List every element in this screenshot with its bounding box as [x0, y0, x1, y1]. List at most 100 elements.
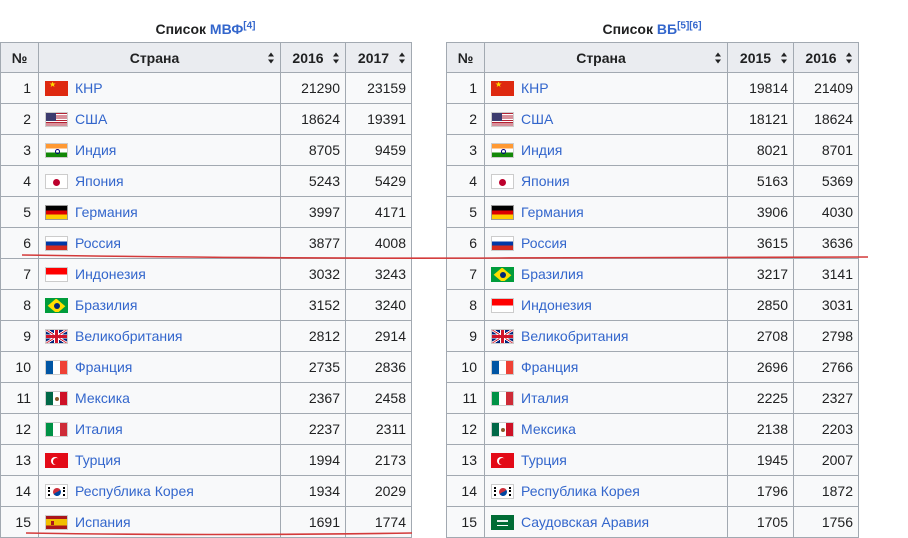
country-cell: Турция [38, 444, 281, 476]
column-header-year2[interactable]: 2017 [345, 42, 412, 73]
jp-flag-icon[interactable] [491, 174, 514, 189]
us-flag-icon[interactable] [491, 112, 514, 127]
country-cell: Франция [484, 351, 728, 383]
column-header-year1[interactable]: 2015 [727, 42, 794, 73]
country-link[interactable]: Турция [75, 452, 121, 468]
ru-flag-icon[interactable] [491, 236, 514, 251]
country-link[interactable]: Мексика [75, 390, 130, 406]
sort-icon[interactable] [846, 52, 853, 63]
rank-cell: 8 [446, 289, 485, 321]
sort-icon[interactable] [268, 52, 275, 63]
rank-cell: 5 [0, 196, 39, 228]
mx-flag-icon[interactable] [491, 422, 514, 437]
country-link[interactable]: Республика Корея [521, 483, 640, 499]
jp-flag-icon[interactable] [45, 174, 68, 189]
rank-cell: 2 [0, 103, 39, 135]
cn-flag-icon[interactable] [45, 81, 68, 96]
country-link[interactable]: Индия [521, 142, 562, 158]
country-link[interactable]: Великобритания [521, 328, 629, 344]
country-link[interactable]: США [75, 111, 107, 127]
it-flag-icon[interactable] [491, 391, 514, 406]
country-link[interactable]: Франция [521, 359, 578, 375]
country-link[interactable]: Россия [521, 235, 567, 251]
table-row: 10 Франция 2735 2836 [0, 351, 412, 383]
us-flag-icon[interactable] [45, 112, 68, 127]
country-link[interactable]: Турция [521, 452, 567, 468]
country-link[interactable]: Франция [75, 359, 132, 375]
column-header-year2[interactable]: 2016 [793, 42, 859, 73]
country-link[interactable]: Саудовская Аравия [521, 514, 649, 530]
country-link[interactable]: Республика Корея [75, 483, 194, 499]
table-row: 13 Турция 1994 2173 [0, 444, 412, 476]
country-cell: КНР [38, 72, 281, 104]
table-header-row: № Страна 2015 2016 [446, 42, 859, 73]
de-flag-icon[interactable] [491, 205, 514, 220]
sort-icon[interactable] [715, 52, 722, 63]
country-cell: Республика Корея [484, 475, 728, 507]
kr-flag-icon[interactable] [45, 484, 68, 499]
caption-refs[interactable]: [4] [243, 20, 255, 31]
country-link[interactable]: Япония [521, 173, 570, 189]
column-header-country[interactable]: Страна [484, 42, 728, 73]
rank-cell: 12 [0, 413, 39, 445]
caption-refs[interactable]: [5][6] [677, 20, 701, 31]
column-header-country[interactable]: Страна [38, 42, 281, 73]
country-cell: Турция [484, 444, 728, 476]
it-flag-icon[interactable] [45, 422, 68, 437]
country-link[interactable]: КНР [75, 80, 103, 96]
imf-gdp-table: № Страна 2016 2017 1 КНР 2129023159 2 США 186… [0, 42, 412, 538]
tr-flag-icon[interactable] [45, 453, 68, 468]
country-link[interactable]: Бразилия [521, 266, 583, 282]
in-flag-icon[interactable] [491, 143, 514, 158]
value-cell-year1: 3152 [280, 289, 346, 321]
country-link[interactable]: Мексика [521, 421, 576, 437]
country-link[interactable]: Индонезия [75, 266, 146, 282]
country-link[interactable]: Великобритания [75, 328, 183, 344]
country-link[interactable]: США [521, 111, 553, 127]
br-flag-icon[interactable] [45, 298, 68, 313]
column-header-year1[interactable]: 2016 [280, 42, 346, 73]
country-link[interactable]: Германия [521, 204, 584, 220]
sort-icon[interactable] [781, 52, 788, 63]
gb-flag-icon[interactable] [45, 329, 68, 344]
caption-link-imf[interactable]: МВФ [210, 21, 243, 37]
id-flag-icon[interactable] [491, 298, 514, 313]
value-cell-year1: 3877 [280, 227, 346, 259]
country-cell: Великобритания [484, 320, 728, 352]
value-cell-year2: 5429 [345, 165, 412, 197]
country-link[interactable]: Россия [75, 235, 121, 251]
kr-flag-icon[interactable] [491, 484, 514, 499]
mx-flag-icon[interactable] [45, 391, 68, 406]
country-link[interactable]: Индонезия [521, 297, 592, 313]
sort-icon[interactable] [333, 52, 340, 63]
country-link[interactable]: Япония [75, 173, 124, 189]
country-link[interactable]: КНР [521, 80, 549, 96]
wb-table-body: 1КНР19814214092США18121186243Индия802187… [446, 72, 859, 538]
es-flag-icon[interactable] [45, 515, 68, 530]
value-cell-year1: 3615 [727, 227, 794, 259]
column-header-rank: № [0, 42, 39, 73]
br-flag-icon[interactable] [491, 267, 514, 282]
ru-flag-icon[interactable] [45, 236, 68, 251]
country-link[interactable]: Индия [75, 142, 116, 158]
tr-flag-icon[interactable] [491, 453, 514, 468]
country-link[interactable]: Италия [521, 390, 569, 406]
value-cell-year1: 2708 [727, 320, 794, 352]
country-link[interactable]: Германия [75, 204, 138, 220]
country-link[interactable]: Испания [75, 514, 131, 530]
country-link[interactable]: Италия [75, 421, 123, 437]
caption-link-wb[interactable]: ВБ [657, 21, 677, 37]
de-flag-icon[interactable] [45, 205, 68, 220]
id-flag-icon[interactable] [45, 267, 68, 282]
gb-flag-icon[interactable] [491, 329, 514, 344]
fr-flag-icon[interactable] [491, 360, 514, 375]
cn-flag-icon[interactable] [491, 81, 514, 96]
country-link[interactable]: Бразилия [75, 297, 137, 313]
rank-cell: 6 [0, 227, 39, 259]
sa-flag-icon[interactable] [491, 515, 514, 530]
rank-cell: 1 [0, 72, 39, 104]
in-flag-icon[interactable] [45, 143, 68, 158]
sort-icon[interactable] [399, 52, 406, 63]
fr-flag-icon[interactable] [45, 360, 68, 375]
value-cell-year1: 3032 [280, 258, 346, 290]
